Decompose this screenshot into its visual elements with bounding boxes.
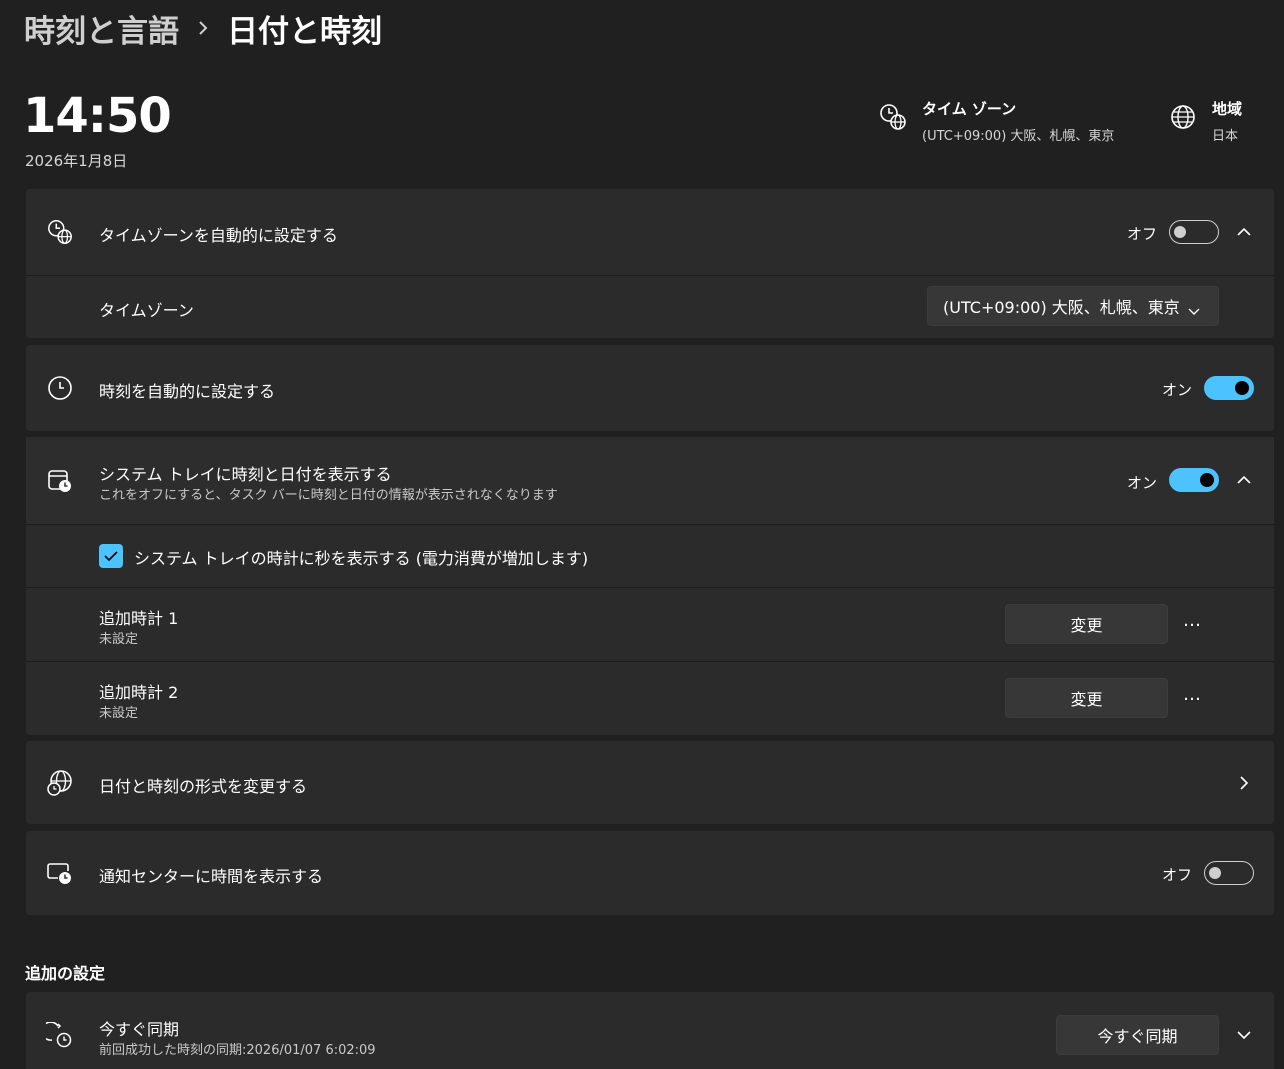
auto-timezone-state: オフ	[1127, 225, 1158, 243]
date-format-card[interactable]: 日付と時刻の形式を変更する	[26, 741, 1274, 824]
show-seconds-row: システム トレイの時計に秒を表示する (電力消費が増加します)	[26, 524, 1274, 587]
chevron-right-icon	[1234, 773, 1254, 793]
region-value: 日本	[1212, 129, 1239, 144]
calendar-clock-icon	[46, 467, 74, 495]
clock-globe-icon	[878, 102, 908, 132]
timezone-info: タイム ゾーン (UTC+09:00) 大阪、札幌、東京	[878, 98, 1114, 144]
breadcrumb: 時刻と言語 日付と時刻	[24, 6, 382, 50]
clock-globe-icon	[46, 218, 74, 246]
sync-clock-icon	[46, 1022, 74, 1050]
notification-label: 通知センターに時間を表示する	[99, 867, 324, 886]
more-options-icon[interactable]: …	[1183, 684, 1202, 705]
additional-settings-heading: 追加の設定	[25, 964, 106, 983]
breadcrumb-parent-time-language[interactable]: 時刻と言語	[24, 6, 179, 51]
chevron-up-icon[interactable]	[1234, 222, 1254, 242]
chevron-down-icon	[1188, 301, 1200, 320]
systray-state: オン	[1127, 474, 1158, 492]
auto-timezone-toggle[interactable]	[1169, 220, 1219, 244]
notification-card[interactable]: 通知センターに時間を表示する オフ	[26, 831, 1274, 915]
auto-timezone-card: タイムゾーンを自動的に設定する オフ タイムゾーン (UTC+09:00) 大阪…	[26, 189, 1274, 338]
systray-row[interactable]: システム トレイに時刻と日付を表示する これをオフにすると、タスク バーに時刻と…	[26, 437, 1274, 524]
additional-clock-1-row: 追加時計 1 未設定 変更 …	[26, 587, 1274, 661]
chevron-right-icon	[197, 20, 209, 36]
globe-icon	[1168, 102, 1198, 132]
show-seconds-checkbox[interactable]	[99, 544, 123, 568]
current-date: 2026年1月8日	[25, 152, 128, 170]
auto-time-label: 時刻を自動的に設定する	[99, 382, 276, 401]
date-format-label: 日付と時刻の形式を変更する	[99, 777, 308, 796]
notification-toggle[interactable]	[1204, 861, 1254, 885]
current-time: 14:50	[23, 88, 172, 144]
systray-toggle[interactable]	[1169, 468, 1219, 492]
globe-clock-icon	[46, 769, 74, 797]
additional-clock-2-status: 未設定	[99, 706, 139, 721]
sync-now-button[interactable]: 今すぐ同期	[1056, 1015, 1219, 1055]
timezone-value: (UTC+09:00) 大阪、札幌、東京	[922, 129, 1115, 144]
last-sync-status: 前回成功した時刻の同期:2026/01/07 6:02:09	[99, 1043, 376, 1058]
auto-timezone-label: タイムゾーンを自動的に設定する	[99, 226, 338, 245]
chevron-up-icon[interactable]	[1234, 470, 1254, 490]
chevron-down-icon[interactable]	[1234, 1025, 1254, 1045]
additional-clock-1-label: 追加時計 1	[99, 609, 179, 628]
additional-clock-2-label: 追加時計 2	[99, 683, 179, 702]
additional-clock-1-status: 未設定	[99, 632, 139, 647]
auto-timezone-row[interactable]: タイムゾーンを自動的に設定する オフ	[26, 189, 1274, 275]
timezone-select-label: タイムゾーン	[99, 301, 194, 320]
sync-label: 今すぐ同期	[99, 1020, 180, 1039]
systray-card: システム トレイに時刻と日付を表示する これをオフにすると、タスク バーに時刻と…	[26, 437, 1274, 735]
auto-time-card[interactable]: 時刻を自動的に設定する オン	[26, 345, 1274, 431]
timezone-dropdown[interactable]: (UTC+09:00) 大阪、札幌、東京	[927, 286, 1219, 326]
timezone-dropdown-value: (UTC+09:00) 大阪、札幌、東京	[943, 298, 1180, 317]
change-clock-2-button[interactable]: 変更	[1005, 678, 1168, 718]
page-title: 日付と時刻	[227, 13, 382, 50]
additional-clock-2-row: 追加時計 2 未設定 変更 …	[26, 661, 1274, 735]
region-info: 地域 日本	[1168, 98, 1242, 144]
systray-label: システム トレイに時刻と日付を表示する	[99, 465, 392, 484]
sync-card: 今すぐ同期 前回成功した時刻の同期:2026/01/07 6:02:09 今すぐ…	[26, 992, 1274, 1069]
change-clock-1-button[interactable]: 変更	[1005, 604, 1168, 644]
more-options-icon[interactable]: …	[1183, 610, 1202, 631]
auto-time-toggle[interactable]	[1204, 376, 1254, 400]
timezone-select-row: タイムゾーン (UTC+09:00) 大阪、札幌、東京	[26, 275, 1274, 338]
notification-clock-icon	[46, 859, 74, 887]
show-seconds-label: システム トレイの時計に秒を表示する (電力消費が増加します)	[134, 549, 589, 568]
auto-time-state: オン	[1162, 381, 1193, 399]
region-title: 地域	[1212, 100, 1243, 118]
clock-icon	[46, 374, 74, 402]
systray-description: これをオフにすると、タスク バーに時刻と日付の情報が表示されなくなります	[99, 488, 558, 503]
timezone-title: タイム ゾーン	[922, 100, 1017, 118]
notification-state: オフ	[1162, 866, 1193, 884]
